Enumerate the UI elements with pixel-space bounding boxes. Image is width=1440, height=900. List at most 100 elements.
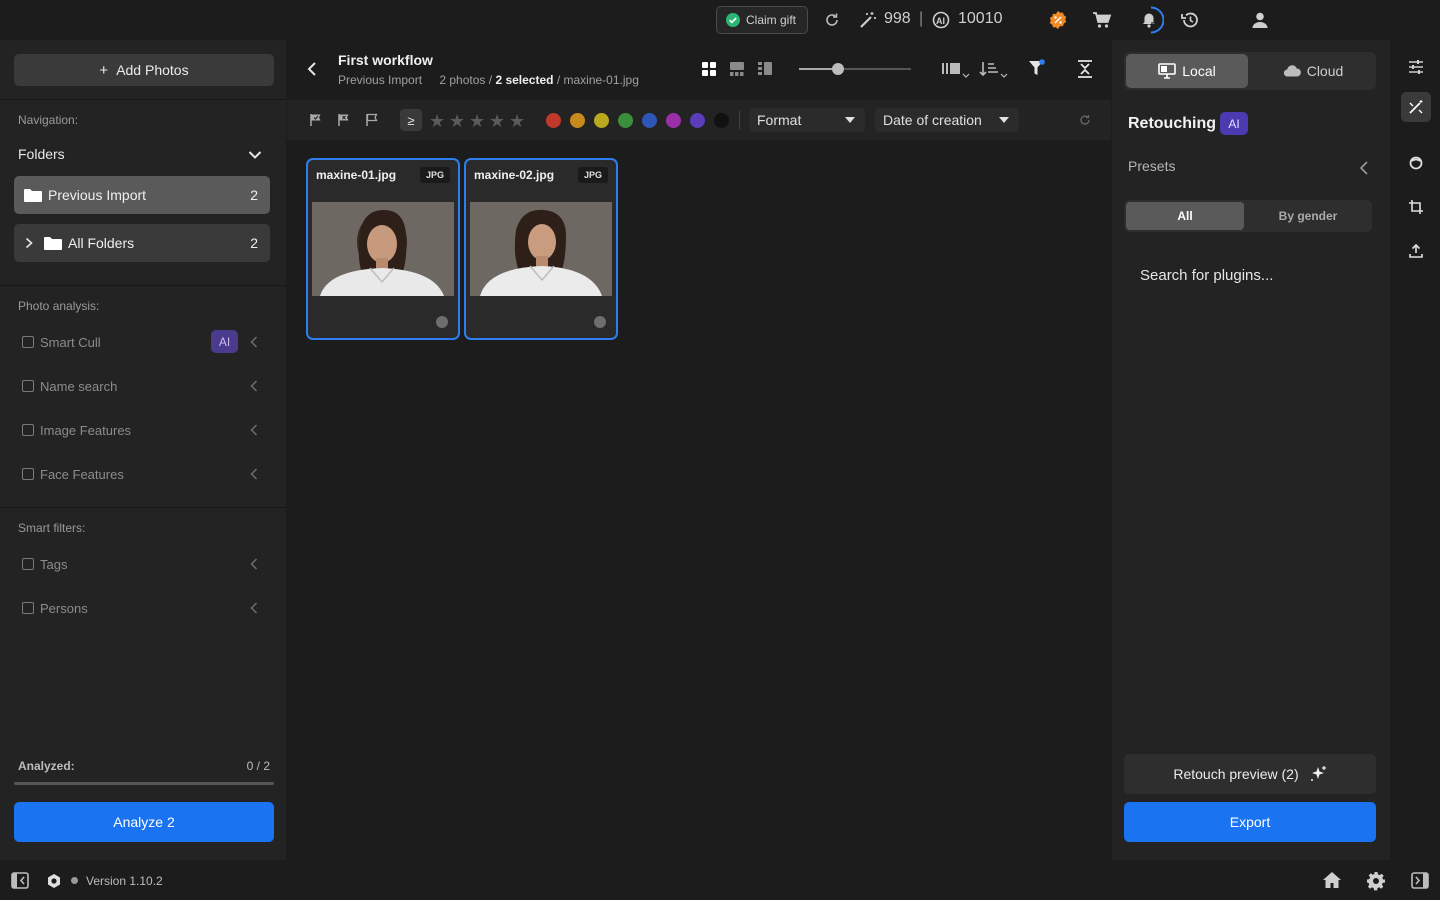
chevron-left-icon[interactable] bbox=[1360, 161, 1368, 175]
folders-label: Folders bbox=[18, 146, 65, 162]
chevron-left-icon[interactable] bbox=[250, 468, 258, 480]
color-label-filter[interactable] bbox=[570, 113, 585, 128]
reset-filters-icon[interactable] bbox=[1079, 114, 1091, 126]
folders-toggle[interactable]: Folders bbox=[18, 146, 270, 166]
claim-gift-label: Claim gift bbox=[746, 13, 797, 27]
filter-by-gender-button[interactable]: By gender bbox=[1248, 202, 1368, 230]
export-button[interactable]: Export bbox=[1124, 802, 1376, 842]
zoom-slider-handle[interactable] bbox=[832, 63, 844, 75]
retouch-tool-icon[interactable] bbox=[1401, 92, 1431, 122]
main-gallery: First workflow Previous Import 2 photos … bbox=[287, 40, 1111, 860]
columns-icon[interactable] bbox=[941, 60, 971, 78]
chevron-left-icon[interactable] bbox=[250, 558, 258, 570]
photo-format-badge: JPG bbox=[578, 167, 608, 183]
checkbox[interactable] bbox=[22, 602, 34, 614]
tab-cloud[interactable]: Cloud bbox=[1252, 54, 1374, 88]
user-icon[interactable] bbox=[1248, 8, 1272, 32]
color-label-filter[interactable] bbox=[666, 113, 681, 128]
color-label-filter[interactable] bbox=[642, 113, 657, 128]
collapse-right-panel-icon[interactable] bbox=[1411, 872, 1429, 889]
color-label-dot[interactable] bbox=[594, 316, 606, 328]
checkbox[interactable] bbox=[22, 558, 34, 570]
checkbox[interactable] bbox=[22, 336, 34, 348]
smart-filter-tags[interactable]: Tags bbox=[22, 554, 272, 574]
star-icon[interactable]: ★ bbox=[469, 111, 485, 132]
left-sidebar: + Add Photos Navigation: Folders Previou… bbox=[0, 40, 286, 860]
sort-icon[interactable] bbox=[979, 60, 1009, 78]
star-icon[interactable]: ★ bbox=[429, 111, 445, 132]
color-label-filter[interactable] bbox=[714, 113, 729, 128]
photo-thumbnail[interactable] bbox=[470, 202, 612, 296]
date-sort-dropdown[interactable]: Date of creation bbox=[875, 108, 1019, 132]
tool-rail bbox=[1391, 40, 1440, 860]
photo-card[interactable]: maxine-02.jpg JPG bbox=[464, 158, 618, 340]
star-icon[interactable]: ★ bbox=[489, 111, 505, 132]
compare-view-icon[interactable] bbox=[757, 61, 773, 77]
color-label-filter[interactable] bbox=[594, 113, 609, 128]
format-dropdown[interactable]: Format bbox=[749, 108, 865, 132]
crop-icon[interactable] bbox=[1401, 192, 1431, 222]
search-plugins-text[interactable]: Search for plugins... bbox=[1140, 267, 1273, 284]
star-icon[interactable]: ★ bbox=[449, 111, 465, 132]
flag-unflagged-icon[interactable] bbox=[365, 113, 379, 127]
photo-card[interactable]: maxine-01.jpg JPG bbox=[306, 158, 460, 340]
refresh-icon[interactable] bbox=[820, 8, 844, 32]
face-mask-icon[interactable] bbox=[1401, 148, 1431, 178]
retouch-preview-label: Retouch preview (2) bbox=[1173, 766, 1299, 782]
notifications-icon[interactable] bbox=[1134, 5, 1164, 35]
upload-icon[interactable] bbox=[1401, 236, 1431, 266]
right-panel: Local Cloud Retouching AI Presets All By… bbox=[1112, 40, 1390, 860]
analysis-item-label: Image Features bbox=[40, 422, 132, 438]
analyze-button[interactable]: Analyze 2 bbox=[14, 802, 274, 842]
rating-operator-button[interactable]: ≥ bbox=[400, 109, 422, 131]
flag-reject-icon[interactable] bbox=[337, 113, 351, 127]
history-icon[interactable] bbox=[1178, 8, 1202, 32]
star-icon[interactable]: ★ bbox=[509, 111, 525, 132]
filmstrip-view-icon[interactable] bbox=[729, 61, 745, 77]
settings-gear-icon[interactable] bbox=[1366, 871, 1386, 891]
checkbox[interactable] bbox=[22, 424, 34, 436]
filter-icon[interactable] bbox=[1028, 59, 1046, 77]
home-icon[interactable] bbox=[1322, 871, 1342, 889]
checkbox[interactable] bbox=[22, 380, 34, 392]
discount-icon[interactable] bbox=[1046, 8, 1070, 32]
analysis-item-face-features[interactable]: Face Features bbox=[22, 464, 272, 484]
collapse-icon[interactable] bbox=[1077, 60, 1093, 78]
smart-filter-persons[interactable]: Persons bbox=[22, 598, 272, 618]
add-photos-button[interactable]: + Add Photos bbox=[14, 54, 274, 86]
filter-all-button[interactable]: All bbox=[1126, 202, 1244, 230]
back-arrow-icon[interactable] bbox=[307, 61, 317, 77]
folder-item-all-folders[interactable]: All Folders 2 bbox=[14, 224, 270, 262]
breadcrumb-folder[interactable]: Previous Import bbox=[338, 73, 422, 87]
folder-icon bbox=[24, 189, 42, 202]
chevron-down-icon bbox=[248, 151, 262, 159]
chevron-left-icon[interactable] bbox=[250, 602, 258, 614]
folder-item-previous-import[interactable]: Previous Import 2 bbox=[14, 176, 270, 214]
photo-thumbnail[interactable] bbox=[312, 202, 454, 296]
chevron-right-icon[interactable] bbox=[24, 237, 34, 249]
tab-local[interactable]: Local bbox=[1126, 54, 1248, 88]
presets-section[interactable]: Presets bbox=[1128, 158, 1368, 178]
grid-view-icon[interactable] bbox=[701, 61, 717, 77]
adjustments-icon[interactable] bbox=[1401, 52, 1431, 82]
photo-filename: maxine-02.jpg bbox=[474, 168, 555, 182]
chevron-left-icon[interactable] bbox=[250, 380, 258, 392]
cart-icon[interactable] bbox=[1090, 8, 1114, 32]
chevron-left-icon[interactable] bbox=[250, 336, 258, 348]
breadcrumb-selected: 2 selected bbox=[495, 73, 554, 87]
chevron-left-icon[interactable] bbox=[250, 424, 258, 436]
flag-pick-icon[interactable] bbox=[309, 113, 323, 127]
retouch-preview-button[interactable]: Retouch preview (2) bbox=[1124, 754, 1376, 794]
analysis-item-name-search[interactable]: Name search bbox=[22, 376, 272, 396]
collapse-left-panel-icon[interactable] bbox=[11, 872, 29, 889]
color-label-filter[interactable] bbox=[618, 113, 633, 128]
claim-gift-button[interactable]: Claim gift bbox=[716, 6, 808, 34]
zoom-slider[interactable] bbox=[799, 63, 911, 75]
color-label-filter[interactable] bbox=[546, 113, 561, 128]
analysis-item-smart-cull[interactable]: Smart Cull AI bbox=[22, 330, 272, 353]
analysis-item-image-features[interactable]: Image Features bbox=[22, 420, 272, 440]
checkbox[interactable] bbox=[22, 468, 34, 480]
plus-icon: + bbox=[99, 61, 109, 79]
color-label-filter[interactable] bbox=[690, 113, 705, 128]
color-label-dot[interactable] bbox=[436, 316, 448, 328]
